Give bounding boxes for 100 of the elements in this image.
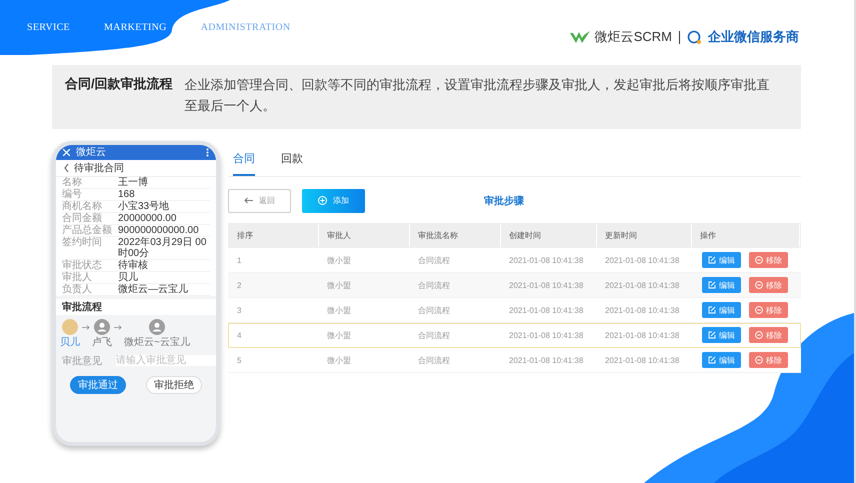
field-value: 20000000.00 — [118, 212, 176, 224]
table-cell-text: 2021-01-08 10:41:38 — [508, 356, 584, 365]
arrow-icon — [114, 324, 122, 330]
table-cell-text: 2021-01-08 10:41:38 — [604, 280, 680, 290]
more-icon[interactable] — [206, 148, 209, 157]
edit-button[interactable]: 编辑 — [702, 352, 741, 368]
table-cell-text: 5 — [236, 356, 242, 365]
edit-button[interactable]: 编辑 — [702, 252, 741, 268]
remove-button[interactable]: 移除 — [749, 327, 788, 344]
banner-title: 合同/回款审批流程 — [65, 75, 173, 93]
minus-circle-icon — [755, 306, 763, 314]
table-cell-text: 合同流程 — [417, 254, 451, 266]
table-row[interactable]: 1 微小盟 合同流程 2021-01-08 10:41:38 2021-01-08 10:41:38 编辑 移除 — [228, 248, 801, 273]
brand-tagline: 企业微信服务商 — [708, 28, 799, 46]
field-value: 2022年03月29日 00时00分 — [118, 236, 208, 259]
approver-name: 贝儿 — [60, 336, 80, 349]
table-cell-text: 2021-01-08 10:41:38 — [508, 330, 584, 340]
column-header: 操作 — [692, 224, 800, 247]
avatar-photo-placeholder — [62, 318, 78, 335]
tab[interactable]: 合同 — [233, 150, 255, 176]
field-label: 审批人 — [62, 272, 93, 283]
table-cell-text: 2021-01-08 10:41:38 — [508, 280, 584, 290]
banner-description: 企业添加管理合同、回款等不同的审批流程，设置审批流程步骤及审批人，发起审批后将按顺序审批直至最后一个人。 — [184, 76, 771, 115]
edit-icon — [708, 306, 716, 314]
app-title: 微炬云 — [76, 146, 107, 160]
back-button[interactable]: 返回 — [228, 188, 291, 213]
field-label: 审批状态 — [62, 260, 103, 271]
field-label: 负责人 — [62, 284, 93, 295]
logo-icon — [570, 31, 590, 43]
edit-button[interactable]: 编辑 — [702, 302, 741, 318]
table-cell-text: 微小盟 — [326, 254, 352, 266]
column-header: 审批流名称 — [410, 224, 501, 247]
field-label: 签约时间 — [62, 236, 103, 250]
column-header: 排序 — [229, 224, 319, 247]
field-label: 产品总金额 — [62, 224, 113, 236]
field-value: 小宝33号地 — [118, 200, 170, 212]
edit-icon — [708, 281, 716, 290]
field-label: 商机名称 — [62, 200, 103, 212]
brand-name: 微炬云SCRM — [594, 28, 672, 46]
field-label: 审批意见 — [62, 354, 103, 368]
minus-circle-icon — [755, 256, 763, 264]
nav-link[interactable]: SERVICE — [27, 22, 70, 33]
user-avatar-icon — [94, 318, 110, 335]
table-cell-text: 2021-01-08 10:41:38 — [508, 306, 584, 315]
plus-circle-icon — [318, 196, 327, 206]
close-icon[interactable] — [63, 148, 70, 156]
table-cell-text: 1 — [236, 256, 242, 265]
table-cell-text: 微小盟 — [326, 280, 352, 291]
table-cell-text: 2021-01-08 10:41:38 — [508, 256, 584, 265]
reject-button[interactable]: 审批拒绝 — [146, 376, 202, 394]
minus-circle-icon — [755, 356, 763, 364]
edit-button[interactable]: 编辑 — [702, 327, 741, 344]
approve-button[interactable]: 审批通过 — [70, 376, 126, 394]
table-cell-text: 合同流程 — [417, 330, 451, 341]
table-cell-text: 微小盟 — [326, 354, 352, 366]
edit-icon — [708, 256, 716, 264]
remove-button[interactable]: 移除 — [749, 252, 788, 268]
nav-link[interactable]: ADMINISTRATION — [200, 22, 290, 33]
back-icon[interactable] — [64, 164, 69, 172]
table-cell-text: 2021-01-08 10:41:38 — [604, 356, 680, 365]
field-label: 合同金额 — [62, 212, 103, 224]
table-row[interactable]: 2 微小盟 合同流程 2021-01-08 10:41:38 2021-01-08 10:41:38 编辑 移除 — [228, 272, 801, 298]
field-value: 王一博 — [118, 176, 148, 188]
table-cell-text: 微小盟 — [326, 304, 352, 316]
field-value: 微炬云—云宝儿 — [118, 284, 188, 295]
user-avatar-icon — [148, 318, 165, 335]
edit-button[interactable]: 编辑 — [702, 277, 741, 294]
table-cell-text: 合同流程 — [417, 304, 451, 316]
field-value: 900000000000.00 — [118, 224, 199, 236]
arrow-left-icon — [244, 197, 253, 204]
remove-button[interactable]: 移除 — [749, 352, 788, 368]
approver-name: 微炬云~云宝儿 — [124, 336, 190, 349]
field-label: 编号 — [62, 188, 83, 200]
table-cell-text: 合同流程 — [417, 354, 451, 366]
field-value: 贝儿 — [118, 272, 138, 283]
arrow-icon — [82, 324, 90, 330]
field-value: 168 — [118, 188, 135, 200]
minus-circle-icon — [755, 281, 763, 290]
table-cell-text: 2021-01-08 10:41:38 — [604, 256, 680, 265]
table-row[interactable]: 5 微小盟 合同流程 2021-01-08 10:41:38 2021-01-08 10:41:38 编辑 移除 — [228, 348, 801, 373]
field-label: 名称 — [62, 176, 83, 188]
field-value: 待审核 — [118, 260, 148, 271]
tab[interactable]: 回款 — [281, 150, 303, 176]
table-row[interactable]: 4 微小盟 合同流程 2021-01-08 10:41:38 2021-01-08 10:41:38 编辑 移除 — [228, 322, 801, 348]
nav-link[interactable]: MARKETING — [104, 22, 167, 33]
table-cell-text: 3 — [236, 306, 242, 315]
remove-button[interactable]: 移除 — [749, 302, 788, 318]
chat-bubble-icon — [687, 30, 703, 44]
table-cell-text: 2021-01-08 10:41:38 — [604, 330, 680, 340]
add-button[interactable]: 添加 — [302, 188, 365, 213]
remove-button[interactable]: 移除 — [749, 277, 788, 294]
table-cell-text: 2 — [236, 280, 242, 290]
edit-icon — [708, 356, 716, 364]
approver-name: 卢飞 — [92, 336, 112, 349]
edit-icon — [708, 331, 716, 340]
section-title: 审批步骤 — [484, 194, 524, 208]
column-header: 审批人 — [319, 224, 410, 247]
column-header: 更新时间 — [597, 224, 692, 247]
column-header: 创建时间 — [501, 224, 597, 247]
table-cell-text: 2021-01-08 10:41:38 — [604, 306, 680, 315]
